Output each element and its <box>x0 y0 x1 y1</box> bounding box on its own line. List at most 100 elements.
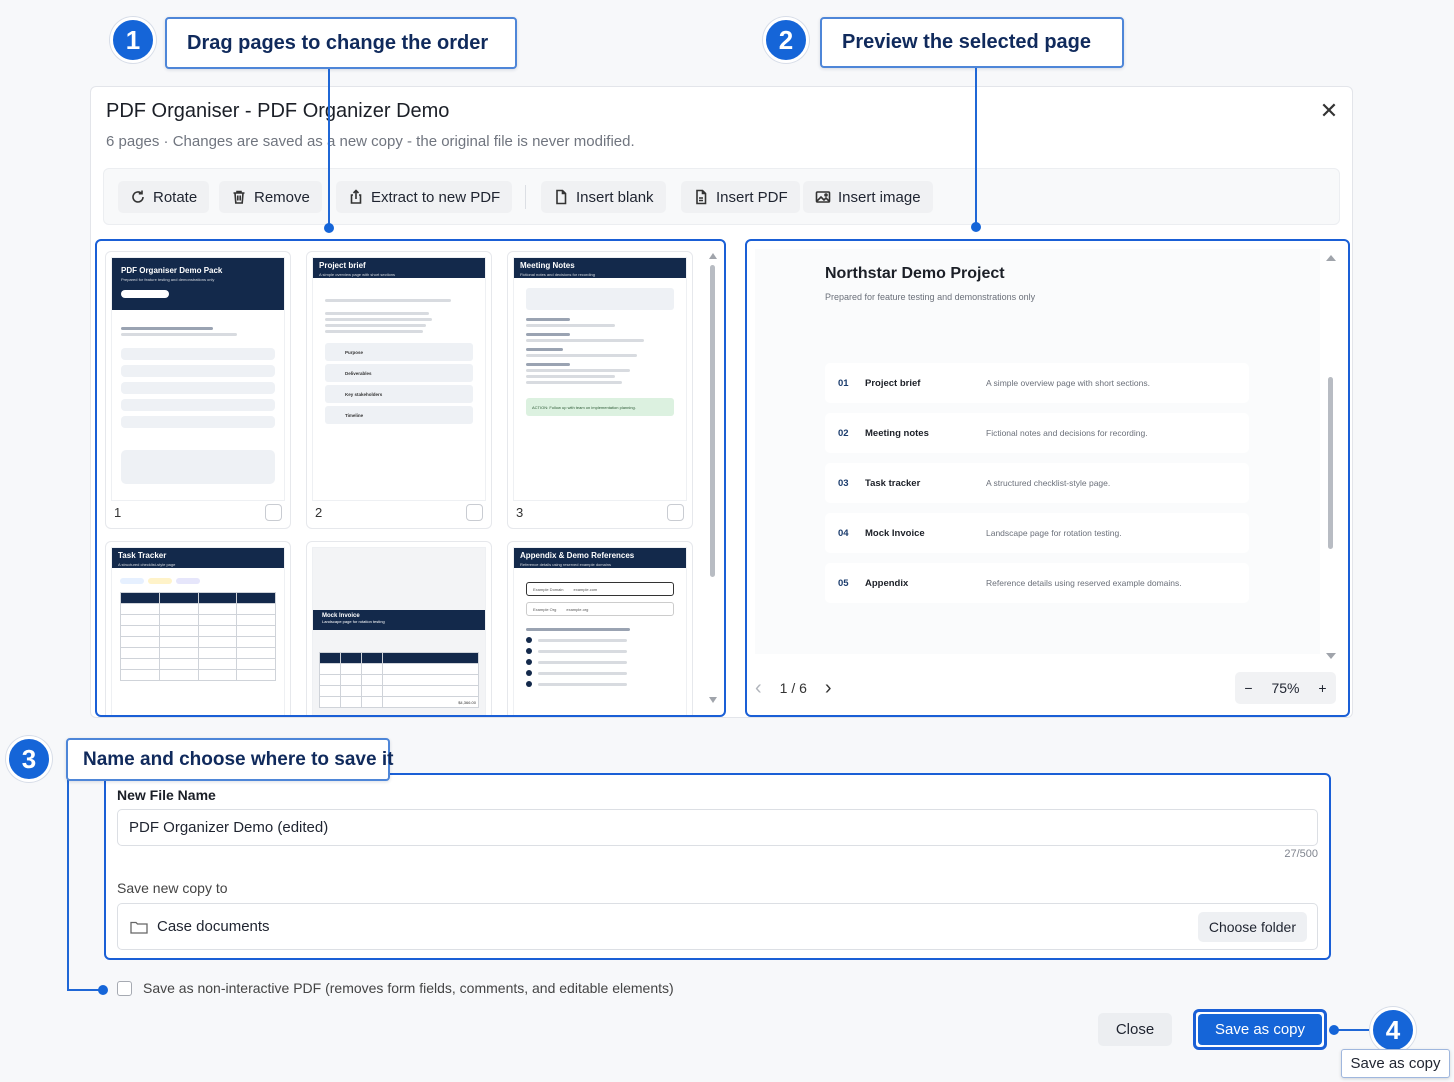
row-desc: A simple overview page with short sectio… <box>986 378 1150 388</box>
scrollbar-thumb[interactable] <box>710 265 715 577</box>
page-select-checkbox[interactable] <box>265 504 282 521</box>
page-select-checkbox[interactable] <box>466 504 483 521</box>
thumb-subtitle: Fictional notes and decisions for record… <box>520 272 595 277</box>
row-desc: Reference details using reserved example… <box>986 578 1182 588</box>
callout-dot <box>324 223 334 233</box>
preview-scrollbar[interactable] <box>1326 255 1336 659</box>
thumb-field-value: example.com <box>573 587 598 592</box>
callout-connector <box>328 69 330 227</box>
callout-connector <box>975 68 977 226</box>
scroll-down-icon[interactable] <box>1326 653 1336 659</box>
preview-subtitle: Prepared for feature testing and demonst… <box>825 292 1036 302</box>
extract-button[interactable]: Extract to new PDF <box>336 181 513 213</box>
close-button[interactable]: Close <box>1098 1013 1172 1046</box>
page-number: 1 <box>114 505 122 520</box>
thumb-item: Purpose <box>325 343 473 361</box>
callout-label: Preview the selected page <box>820 17 1124 68</box>
scrollbar-thumb[interactable] <box>1328 377 1333 549</box>
save-location-label: Save new copy to <box>117 880 228 896</box>
rotate-label: Rotate <box>153 188 198 206</box>
thumb-subtitle: Prepared for feature testing and demonst… <box>121 277 215 282</box>
page-select-checkbox[interactable] <box>667 504 684 521</box>
page-indicator: 1 / 6 <box>779 680 807 696</box>
grid-scrollbar[interactable] <box>709 253 717 703</box>
thumb-title: Task Tracker <box>118 551 167 560</box>
preview-row: 03 Task tracker A structured checklist-sty… <box>825 463 1249 503</box>
thumb-title: Appendix & Demo References <box>520 551 635 560</box>
insert-blank-button[interactable]: Insert blank <box>541 181 666 213</box>
scroll-down-icon[interactable] <box>709 697 717 703</box>
non-interactive-label: Save as non-interactive PDF (removes for… <box>143 980 674 996</box>
insert-blank-label: Insert blank <box>576 188 654 206</box>
extract-label: Extract to new PDF <box>371 188 501 206</box>
zoom-in-button[interactable]: + <box>1318 680 1326 696</box>
page-thumbnail[interactable]: PDF Organiser Demo Pack Prepared for fea… <box>105 251 291 529</box>
thumb-field-label: Example Domain <box>533 587 564 592</box>
scroll-up-icon[interactable] <box>709 253 717 259</box>
save-location-value: Case documents <box>157 918 270 935</box>
preview-row: 02 Meeting notes Fictional notes and decis… <box>825 413 1249 453</box>
invoice-total: $4,366.00 <box>382 696 479 708</box>
thumb-subtitle: Reference details using reserved example… <box>520 562 611 567</box>
toolbar-divider <box>525 185 526 209</box>
rotate-icon <box>132 190 144 203</box>
page-thumbnail[interactable]: Meeting Notes Fictional notes and decisi… <box>507 251 693 529</box>
blank-page-icon <box>556 189 567 205</box>
dialog-subtitle: 6 pages · Changes are saved as a new cop… <box>106 133 635 150</box>
folder-icon <box>130 921 148 934</box>
next-page-icon[interactable]: › <box>825 677 832 700</box>
page-preview-image: Appendix & Demo References Reference det… <box>514 548 686 715</box>
thumb-title: Project brief <box>319 261 366 270</box>
char-count: 27/500 <box>1284 848 1318 860</box>
image-icon <box>815 191 831 203</box>
row-title: Appendix <box>865 577 909 589</box>
zoom-level: 75% <box>1271 680 1300 696</box>
row-number: 02 <box>838 427 849 439</box>
file-name-input[interactable]: PDF Organizer Demo (edited) <box>117 809 1318 846</box>
choose-folder-button[interactable]: Choose folder <box>1197 912 1307 942</box>
row-title: Meeting notes <box>865 427 929 439</box>
preview-page: Northstar Demo Project Prepared for feat… <box>755 249 1320 654</box>
page-preview-panel: Northstar Demo Project Prepared for feat… <box>745 239 1350 717</box>
insert-image-button[interactable]: Insert image <box>803 181 933 213</box>
thumb-field-value: example.org <box>566 607 589 612</box>
thumb-subtitle: A simple overview page with short sectio… <box>319 272 396 277</box>
preview-row: 01 Project brief A simple overview page wi… <box>825 363 1249 403</box>
export-icon <box>350 189 362 204</box>
page-thumbnail[interactable]: Task Tracker A structured checklist-styl… <box>105 541 291 715</box>
row-number: 05 <box>838 577 849 589</box>
page-thumbnail-grid: PDF Organiser Demo Pack Prepared for fea… <box>95 239 726 717</box>
page-thumbnail[interactable]: Project brief A simple overview page wit… <box>306 251 492 529</box>
save-as-copy-button-frame: Save as copy <box>1193 1009 1327 1050</box>
row-number: 04 <box>838 527 849 539</box>
save-as-copy-button[interactable]: Save as copy <box>1198 1014 1322 1045</box>
page-preview-image: Mock Invoice Landscape page for rotation… <box>313 548 485 715</box>
callout-number: 2 <box>763 17 809 63</box>
callout-number: 4 <box>1370 1007 1416 1053</box>
page-preview-image: Meeting Notes Fictional notes and decisi… <box>514 258 686 500</box>
page-preview-image: Project brief A simple overview page wit… <box>313 258 485 500</box>
row-desc: Fictional notes and decisions for record… <box>986 428 1148 438</box>
callout-label: Drag pages to change the order <box>165 17 517 69</box>
row-number: 01 <box>838 377 849 389</box>
callout-dot <box>971 222 981 232</box>
page-number: 2 <box>315 505 323 520</box>
remove-button[interactable]: Remove <box>219 181 322 213</box>
save-location-field: Case documents Choose folder <box>117 903 1318 950</box>
previous-page-icon[interactable]: ‹ <box>755 677 762 700</box>
dialog-title: PDF Organiser - PDF Organizer Demo <box>106 100 450 122</box>
rotate-button[interactable]: Rotate <box>118 181 210 213</box>
page-thumbnail[interactable]: Mock Invoice Landscape page for rotation… <box>306 541 492 715</box>
callout-number: 3 <box>6 736 52 782</box>
page-thumbnail[interactable]: Appendix & Demo References Reference det… <box>507 541 693 715</box>
thumb-action: ACTION: Follow up with team on implement… <box>526 398 674 416</box>
row-title: Mock Invoice <box>865 527 925 539</box>
zoom-out-button[interactable]: − <box>1244 680 1252 696</box>
thumb-item: Key stakeholders <box>325 385 473 403</box>
insert-pdf-button[interactable]: Insert PDF <box>681 181 800 213</box>
non-interactive-checkbox[interactable] <box>117 981 132 996</box>
preview-title: Northstar Demo Project <box>825 265 1005 282</box>
scroll-up-icon[interactable] <box>1326 255 1336 261</box>
callout-number: 1 <box>110 17 156 63</box>
close-icon[interactable]: ✕ <box>1316 98 1342 124</box>
